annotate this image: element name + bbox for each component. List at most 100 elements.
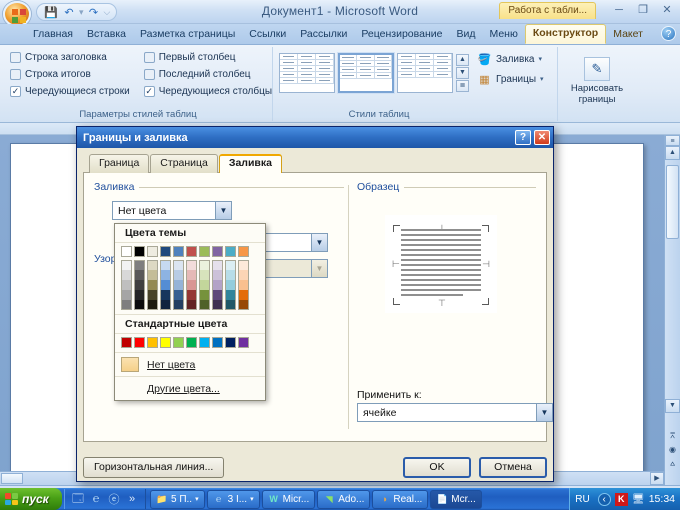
borders-dropdown-icon[interactable]: ▾ bbox=[540, 75, 544, 83]
task-acrobat[interactable]: ◥ Ado... bbox=[317, 489, 371, 509]
tab-view[interactable]: Вид bbox=[449, 25, 482, 44]
theme-variant-swatch-5-1[interactable] bbox=[121, 300, 132, 310]
theme-color-swatch-5[interactable] bbox=[173, 246, 184, 257]
shading-button[interactable]: 🪣 Заливка ▾ bbox=[475, 49, 546, 69]
scroll-up-button[interactable]: ▲ bbox=[665, 146, 680, 160]
browser-icon[interactable]: ⓔ bbox=[107, 492, 121, 506]
vertical-scroll-thumb[interactable] bbox=[666, 165, 679, 239]
theme-variant-swatch-2-4[interactable] bbox=[160, 270, 171, 280]
standard-color-swatch-10[interactable] bbox=[238, 337, 249, 348]
theme-variant-swatch-1-10[interactable] bbox=[238, 260, 249, 270]
checkbox-banded-rows[interactable]: ✓ Чередующиеся строки bbox=[10, 83, 130, 100]
theme-variant-swatch-5-3[interactable] bbox=[147, 300, 158, 310]
shading-dropdown-icon[interactable]: ▾ bbox=[539, 55, 543, 63]
tab-review[interactable]: Рецензирование bbox=[354, 25, 449, 44]
theme-variant-swatch-4-6[interactable] bbox=[186, 290, 197, 300]
split-handle-icon[interactable]: ≡ bbox=[665, 135, 680, 146]
tab-page-layout[interactable]: Разметка страницы bbox=[133, 25, 242, 44]
dialog-tab-shading[interactable]: Заливка bbox=[218, 154, 282, 173]
checkbox-total-row-box[interactable]: ✓ bbox=[10, 69, 21, 80]
tab-menu[interactable]: Меню bbox=[482, 25, 524, 44]
theme-variant-swatch-3-4[interactable] bbox=[160, 280, 171, 290]
tab-insert[interactable]: Вставка bbox=[80, 25, 133, 44]
theme-variant-swatch-1-2[interactable] bbox=[134, 260, 145, 270]
show-hidden-icons-icon[interactable]: ‹ bbox=[597, 492, 611, 506]
standard-color-swatch-2[interactable] bbox=[134, 337, 145, 348]
scroll-right-button[interactable]: ▶ bbox=[650, 472, 664, 485]
theme-variant-swatch-4-1[interactable] bbox=[121, 290, 132, 300]
theme-variant-swatch-1-1[interactable] bbox=[121, 260, 132, 270]
table-style-thumb-2[interactable] bbox=[338, 53, 394, 93]
network-icon[interactable]: 🖥 bbox=[632, 493, 645, 506]
task-folders[interactable]: 📁 5 П.. ▾ bbox=[150, 489, 205, 509]
close-button[interactable]: ✕ bbox=[658, 1, 676, 18]
theme-variant-swatch-5-6[interactable] bbox=[186, 300, 197, 310]
theme-variant-swatch-4-4[interactable] bbox=[160, 290, 171, 300]
no-color-menu-item[interactable]: Нет цвета bbox=[115, 352, 265, 376]
theme-variant-swatch-3-1[interactable] bbox=[121, 280, 132, 290]
tab-home[interactable]: Главная bbox=[26, 25, 80, 44]
table-style-thumb-1[interactable] bbox=[279, 53, 335, 93]
checkbox-first-column[interactable]: ✓ Первый столбец bbox=[143, 49, 272, 66]
dialog-tab-border[interactable]: Граница bbox=[89, 154, 150, 173]
vertical-scrollbar[interactable]: ≡ ▲ ▼ ⩞ ◉ ⩟ bbox=[664, 135, 680, 485]
theme-variant-swatch-2-7[interactable] bbox=[199, 270, 210, 280]
task-folders-dropdown-icon[interactable]: ▾ bbox=[195, 495, 199, 503]
ok-button[interactable]: OK bbox=[403, 456, 471, 478]
checkbox-banded-rows-box[interactable]: ✓ bbox=[10, 86, 21, 97]
theme-variant-swatch-1-8[interactable] bbox=[212, 260, 223, 270]
previous-object-icon[interactable]: ⩞ bbox=[666, 430, 680, 443]
theme-variant-swatch-5-10[interactable] bbox=[238, 300, 249, 310]
pattern-style-chevron-down-icon[interactable]: ▼ bbox=[311, 234, 327, 251]
task-word-1[interactable]: W Micr... bbox=[261, 489, 316, 509]
chevron-down-icon[interactable]: ▼ bbox=[215, 202, 231, 219]
apply-to-combobox[interactable]: ячейке ▼ bbox=[357, 403, 553, 422]
dialog-close-button[interactable]: ✕ bbox=[534, 130, 550, 145]
theme-variant-swatch-2-9[interactable] bbox=[225, 270, 236, 280]
theme-variant-swatch-1-3[interactable] bbox=[147, 260, 158, 270]
theme-color-swatch-9[interactable] bbox=[225, 246, 236, 257]
checkbox-header-row-box[interactable]: ✓ bbox=[10, 52, 21, 63]
fill-color-combobox[interactable]: Нет цвета ▼ bbox=[112, 201, 232, 220]
gallery-more-styles-icon[interactable]: ≣ bbox=[456, 80, 469, 92]
theme-variant-swatch-4-10[interactable] bbox=[238, 290, 249, 300]
table-style-thumb-3[interactable] bbox=[397, 53, 453, 93]
theme-variant-swatch-1-9[interactable] bbox=[225, 260, 236, 270]
gallery-scroll-up-icon[interactable]: ▲ bbox=[456, 54, 469, 66]
theme-variant-swatch-5-4[interactable] bbox=[160, 300, 171, 310]
standard-color-swatch-3[interactable] bbox=[147, 337, 158, 348]
theme-variant-swatch-5-7[interactable] bbox=[199, 300, 210, 310]
theme-variant-swatch-2-8[interactable] bbox=[212, 270, 223, 280]
tab-design[interactable]: Конструктор bbox=[524, 24, 607, 44]
theme-variant-swatch-4-3[interactable] bbox=[147, 290, 158, 300]
dialog-help-button[interactable]: ? bbox=[515, 130, 531, 145]
tab-layout[interactable]: Макет bbox=[606, 25, 650, 44]
theme-variant-swatch-3-6[interactable] bbox=[186, 280, 197, 290]
select-browse-object-icon[interactable]: ◉ bbox=[666, 444, 680, 457]
dialog-tab-page[interactable]: Страница bbox=[150, 154, 218, 173]
show-desktop-icon[interactable]: 🗔 bbox=[71, 492, 85, 506]
task-realplayer[interactable]: ◑ Real... bbox=[372, 489, 429, 509]
internet-explorer-icon[interactable]: ℮ bbox=[89, 492, 103, 506]
standard-color-swatch-6[interactable] bbox=[186, 337, 197, 348]
theme-variant-swatch-3-7[interactable] bbox=[199, 280, 210, 290]
theme-color-swatch-1[interactable] bbox=[121, 246, 132, 257]
theme-color-swatch-8[interactable] bbox=[212, 246, 223, 257]
task-word-active[interactable]: 📄 Mcr... bbox=[430, 489, 482, 509]
theme-variant-swatch-2-10[interactable] bbox=[238, 270, 249, 280]
scroll-down-button[interactable]: ▼ bbox=[665, 399, 680, 413]
theme-variant-swatch-4-5[interactable] bbox=[173, 290, 184, 300]
draw-borders-button[interactable]: ✎ Нарисовать границы bbox=[564, 49, 630, 111]
theme-variant-swatch-4-7[interactable] bbox=[199, 290, 210, 300]
theme-color-swatch-6[interactable] bbox=[186, 246, 197, 257]
theme-variant-swatch-5-9[interactable] bbox=[225, 300, 236, 310]
theme-variant-swatch-2-6[interactable] bbox=[186, 270, 197, 280]
theme-variant-swatch-5-2[interactable] bbox=[134, 300, 145, 310]
standard-color-swatch-1[interactable] bbox=[121, 337, 132, 348]
standard-color-swatch-9[interactable] bbox=[225, 337, 236, 348]
theme-variant-swatch-1-5[interactable] bbox=[173, 260, 184, 270]
theme-variant-swatch-2-2[interactable] bbox=[134, 270, 145, 280]
standard-color-swatch-8[interactable] bbox=[212, 337, 223, 348]
checkbox-last-column[interactable]: ✓ Последний столбец bbox=[143, 66, 272, 83]
quick-launch-more-icon[interactable]: » bbox=[125, 492, 139, 506]
